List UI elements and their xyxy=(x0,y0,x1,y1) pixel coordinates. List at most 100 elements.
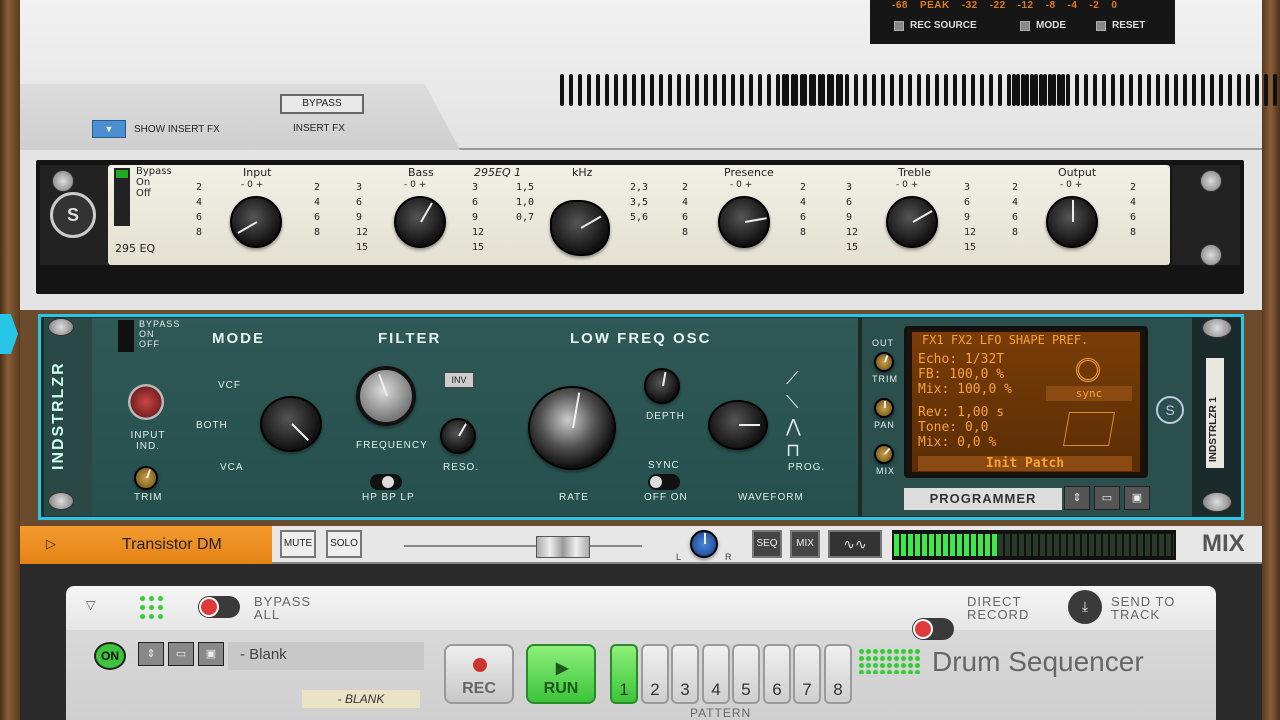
lcd-tabs[interactable]: FX1 FX2 LFO SHAPE PREF. xyxy=(922,333,1088,348)
pattern-button-8[interactable]: 8 xyxy=(824,644,852,704)
mode-vcf-label: VCF xyxy=(218,380,241,391)
send-to-track-label: SEND TO TRACK xyxy=(1111,594,1176,622)
run-button[interactable]: ▶ RUN xyxy=(526,644,596,704)
mode-toggle[interactable]: MODE xyxy=(1020,20,1066,31)
waveform-view-button[interactable]: ∿∿ xyxy=(828,530,882,558)
save-icon[interactable]: ▣ xyxy=(1124,486,1150,510)
eq-bypass-labels: Bypass On Off xyxy=(136,166,172,199)
patch-scroll-arrows-icon[interactable]: ⇕ xyxy=(1064,486,1090,510)
send-to-track-button[interactable]: ⤓ xyxy=(1068,590,1102,624)
level-fader[interactable] xyxy=(404,536,642,558)
screw-icon xyxy=(48,492,74,510)
mix-knob[interactable] xyxy=(874,444,894,464)
waveform-selector-knob[interactable] xyxy=(708,400,768,450)
filter-type-switch[interactable] xyxy=(370,474,402,490)
screw-icon xyxy=(1200,244,1222,266)
eq-presence-scale-left: 2468 xyxy=(682,182,689,238)
waveform-icon: ∿∿ xyxy=(843,536,867,552)
pan-knob[interactable] xyxy=(874,398,894,418)
eq-input-label: Input xyxy=(243,166,272,179)
filter-frequency-knob[interactable] xyxy=(356,366,416,426)
indstrlzr-side-title: INDSTRLZR xyxy=(50,361,67,470)
mode-selector-knob[interactable] xyxy=(260,396,322,452)
screw-icon xyxy=(52,170,74,192)
folder-icon[interactable]: ▭ xyxy=(1094,486,1120,510)
pan-knob-mix[interactable] xyxy=(690,530,718,558)
device-panel-slope xyxy=(20,84,460,150)
led-icon xyxy=(116,170,128,178)
rack-rail-right xyxy=(1262,0,1280,720)
pattern-button-1[interactable]: 1 xyxy=(610,644,638,704)
on-button[interactable]: ON xyxy=(94,642,126,670)
eq-input-scale-left: 2468 xyxy=(196,182,203,238)
solo-button[interactable]: SOLO xyxy=(326,530,362,558)
input-indicator-led xyxy=(128,384,164,420)
eq-bass-label: Bass xyxy=(408,166,434,179)
eq-output-scale-top: - 0 + xyxy=(1060,180,1083,190)
eq-presence-knob[interactable] xyxy=(718,196,770,248)
lcd-mix1: Mix: 100,0 % xyxy=(918,382,1012,397)
seq-button[interactable]: SEQ xyxy=(752,530,782,558)
pattern-button-4[interactable]: 4 xyxy=(702,644,730,704)
eq-bypass-switch[interactable] xyxy=(114,168,130,226)
lcd-mix2: Mix: 0,0 % xyxy=(918,435,997,450)
eq-output-scale-left: 2468 xyxy=(1012,182,1019,238)
eq-treble-scale-left: 3 6 9 12 15 xyxy=(846,182,859,253)
lcd-tone: Tone: 0,0 xyxy=(918,420,989,435)
eq-treble-knob[interactable] xyxy=(886,196,938,248)
sync-switch[interactable] xyxy=(648,474,680,490)
eq-output-scale-right: 2468 xyxy=(1130,182,1137,238)
mix-label: MIX xyxy=(876,466,896,476)
pan-left-label: L xyxy=(676,552,682,562)
rec-button[interactable]: REC xyxy=(444,644,514,704)
indstrlzr-bypass-switch[interactable] xyxy=(118,320,134,352)
lcd-patch-name[interactable]: Init Patch xyxy=(918,456,1132,471)
rec-source-toggle[interactable]: REC SOURCE xyxy=(894,20,977,31)
bypass-all-toggle[interactable] xyxy=(198,596,240,618)
trim-knob[interactable] xyxy=(134,466,158,490)
resonance-knob[interactable] xyxy=(440,418,476,454)
bypass-all-label: BYPASS ALL xyxy=(254,594,312,622)
lfo-rate-knob[interactable] xyxy=(528,386,616,470)
mute-button[interactable]: MUTE xyxy=(280,530,316,558)
track-name-plate[interactable]: ▷ Transistor DM xyxy=(20,526,272,564)
pattern-button-6[interactable]: 6 xyxy=(763,644,791,704)
invert-button[interactable]: INV xyxy=(444,372,474,388)
insert-fx-label: INSERT FX xyxy=(293,123,345,134)
eq-presence-scale-top: - 0 + xyxy=(730,180,753,190)
out-trim-knob[interactable] xyxy=(874,352,894,372)
eq-input-scale-top: - 0 + xyxy=(241,180,264,190)
pattern-button-2[interactable]: 2 xyxy=(641,644,669,704)
lfo-depth-knob[interactable] xyxy=(644,368,680,404)
pattern-button-7[interactable]: 7 xyxy=(793,644,821,704)
lcd-reverb: Rev: 1,00 s xyxy=(918,405,1005,420)
patch-name-field[interactable]: - Blank xyxy=(228,642,424,670)
hp-bp-lp-label: HP BP LP xyxy=(362,492,415,503)
indstrlzr-logo-icon: S xyxy=(1156,396,1184,424)
eq-name: 295 EQ xyxy=(115,242,156,255)
folder-icon[interactable]: ▭ xyxy=(168,642,194,666)
insert-fx-bypass-button[interactable]: BYPASS xyxy=(280,94,364,114)
eq-output-label: Output xyxy=(1058,166,1097,179)
programmer-label: PROGRAMMER xyxy=(904,488,1062,510)
eq-khz-knob[interactable] xyxy=(550,200,610,256)
sync-label: SYNC xyxy=(648,460,680,471)
collapse-chevron-icon[interactable]: ▽ xyxy=(86,598,95,612)
eq-treble-scale-right: 3 6 9 12 15 xyxy=(964,182,977,253)
mix-button[interactable]: MIX xyxy=(790,530,820,558)
track-name: Transistor DM xyxy=(122,536,222,553)
eq-output-knob[interactable] xyxy=(1046,196,1098,248)
patch-scroll-arrows-icon[interactable]: ⇕ xyxy=(138,642,164,666)
lfo-heading: LOW FREQ OSC xyxy=(570,330,712,347)
save-icon[interactable]: ▣ xyxy=(198,642,224,666)
pattern-button-5[interactable]: 5 xyxy=(732,644,760,704)
screw-icon xyxy=(1202,318,1232,338)
reset-button[interactable]: RESET xyxy=(1096,20,1145,31)
pattern-button-3[interactable]: 3 xyxy=(671,644,699,704)
pan-label: PAN xyxy=(874,420,895,430)
lcd-sync[interactable]: sync xyxy=(1046,386,1132,401)
direct-record-toggle[interactable] xyxy=(912,618,954,640)
eq-input-knob[interactable] xyxy=(230,196,282,248)
eq-bass-knob[interactable] xyxy=(394,196,446,248)
show-insert-fx-toggle-icon[interactable]: ▼ xyxy=(92,120,126,138)
